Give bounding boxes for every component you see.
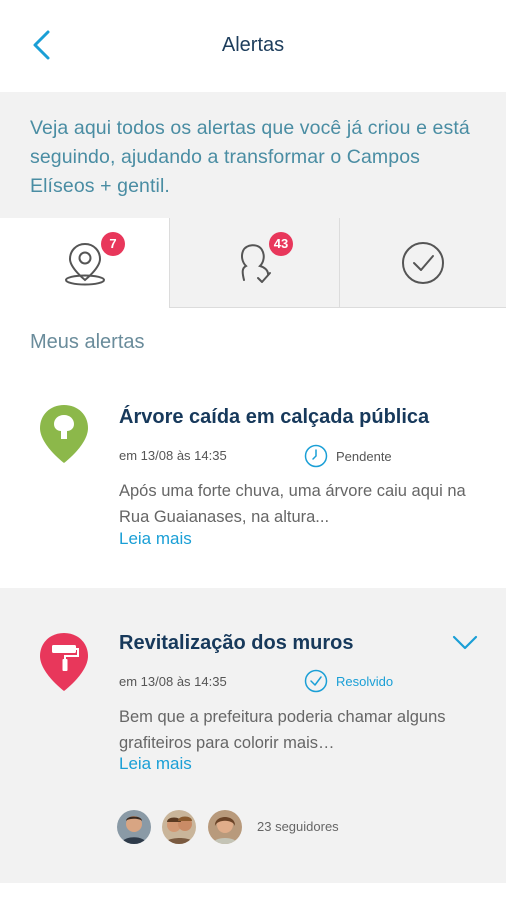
- alert-date: em 13/08 às 14:35: [119, 674, 227, 689]
- avatar[interactable]: [208, 810, 242, 844]
- tab-badge: 7: [101, 232, 125, 256]
- followers-count: 23 seguidores: [257, 819, 339, 834]
- alert-description: Após uma forte chuva, uma árvore caiu aq…: [119, 482, 466, 526]
- tab-my-alerts[interactable]: 7: [0, 218, 170, 308]
- alert-title[interactable]: Revitalização dos muros: [119, 632, 354, 655]
- bottom-spacer: [0, 883, 506, 900]
- chevron-down-icon[interactable]: [450, 632, 480, 652]
- tree-pin-icon: [40, 405, 88, 463]
- avatar[interactable]: [117, 810, 151, 844]
- alert-date: em 13/08 às 14:35: [119, 448, 227, 463]
- tab-following[interactable]: 43: [170, 218, 340, 308]
- read-more-link[interactable]: Leia mais: [119, 529, 192, 549]
- status-badge: Resolvido: [304, 669, 393, 693]
- intro-banner: Veja aqui todos os alertas que você já c…: [0, 92, 506, 218]
- tab-bar: 7 43: [0, 218, 506, 308]
- alert-card[interactable]: Revitalização dos muros em 13/08 às 14:3…: [0, 588, 506, 883]
- check-circle-icon: [402, 242, 444, 284]
- tab-resolved[interactable]: [340, 218, 506, 308]
- clock-icon: [304, 444, 328, 468]
- status-text: Resolvido: [336, 673, 394, 689]
- check-circle-icon: [304, 669, 328, 693]
- read-more-link[interactable]: Leia mais: [119, 754, 192, 774]
- alert-description: Bem que a prefeitura poderia chamar algu…: [119, 708, 446, 752]
- status-badge: Pendente: [304, 444, 392, 468]
- paint-roller-pin-icon: [40, 633, 88, 691]
- status-text: Pendente: [336, 448, 392, 464]
- section-title: Meus alertas: [30, 331, 145, 353]
- page-title: Alertas: [221, 34, 285, 56]
- alert-title[interactable]: Árvore caída em calçada pública: [119, 406, 429, 429]
- intro-text: Veja aqui todos os alertas que você já c…: [30, 117, 470, 197]
- app-header: Alertas: [0, 0, 506, 92]
- tab-badge: 43: [269, 232, 293, 256]
- avatar[interactable]: [162, 810, 196, 844]
- alert-card[interactable]: Árvore caída em calçada pública em 13/08…: [0, 370, 506, 588]
